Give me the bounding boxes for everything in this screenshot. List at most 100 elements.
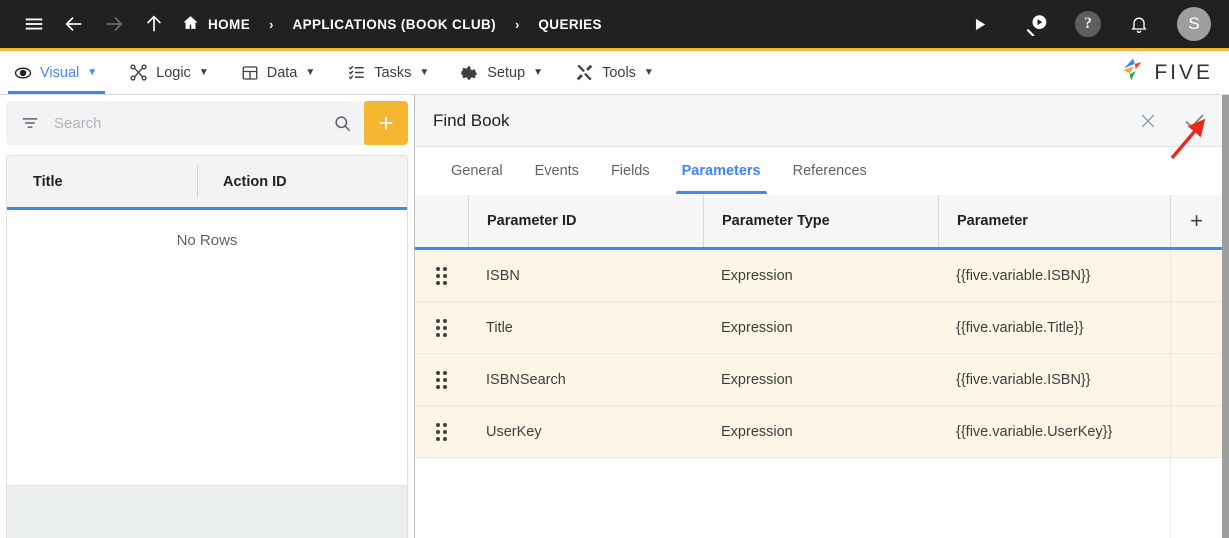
menu-label-tasks: Tasks: [374, 64, 412, 81]
search-bar: +: [6, 101, 408, 145]
column-header-parameter[interactable]: Parameter: [938, 195, 1170, 247]
cell-parameter-type[interactable]: Expression: [703, 354, 938, 405]
cell-parameter-type[interactable]: Expression: [703, 302, 938, 353]
tab-label-references: References: [792, 162, 867, 179]
drag-handle-icon[interactable]: [415, 250, 468, 301]
cell-row-actions[interactable]: [1170, 354, 1222, 405]
table-row[interactable]: ISBN Expression {{five.variable.ISBN}}: [415, 250, 1222, 302]
queries-table-header: Title Action ID: [7, 156, 407, 210]
column-header-action-id[interactable]: Action ID: [197, 165, 407, 198]
menu-label-tools: Tools: [602, 64, 636, 81]
cell-parameter[interactable]: {{five.variable.ISBN}}: [938, 250, 1170, 301]
breadcrumb-separator: ›: [515, 16, 520, 32]
add-parameter-button[interactable]: +: [1170, 195, 1222, 247]
breadcrumb-label-home: HOME: [208, 16, 251, 32]
chevron-down-icon: ▼: [533, 67, 544, 78]
search-play-icon[interactable]: [1017, 4, 1057, 44]
menu-item-data[interactable]: Data ▼: [225, 51, 332, 94]
menu-item-tasks[interactable]: Tasks ▼: [331, 51, 445, 94]
tab-references[interactable]: References: [777, 147, 883, 194]
cell-parameter-id[interactable]: Title: [468, 302, 703, 353]
help-icon[interactable]: ?: [1075, 11, 1101, 37]
up-arrow-icon[interactable]: [134, 4, 174, 44]
menu-label-logic: Logic: [156, 64, 191, 81]
cell-row-actions[interactable]: [1170, 250, 1222, 301]
tools-icon: [575, 63, 594, 82]
chevron-down-icon: ▼: [643, 67, 654, 78]
task-list-icon: [347, 63, 366, 82]
menu-item-logic[interactable]: Logic ▼: [113, 51, 225, 94]
table-grid-icon: [241, 64, 259, 82]
hamburger-menu-icon[interactable]: [14, 4, 54, 44]
cell-parameter-type[interactable]: Expression: [703, 406, 938, 457]
chevron-down-icon: ▼: [305, 67, 316, 78]
grid-empty-main: [415, 458, 1170, 538]
close-icon[interactable]: [1134, 107, 1162, 135]
tab-parameters[interactable]: Parameters: [666, 147, 777, 194]
menu-item-tools[interactable]: Tools ▼: [559, 51, 670, 94]
column-header-parameter-id[interactable]: Parameter ID: [468, 195, 703, 247]
cell-parameter-type[interactable]: Expression: [703, 250, 938, 301]
tab-label-general: General: [451, 162, 503, 179]
chevron-down-icon: ▼: [87, 67, 98, 78]
cell-parameter-id[interactable]: ISBN: [468, 250, 703, 301]
filter-icon[interactable]: [20, 113, 40, 133]
tab-label-fields: Fields: [610, 162, 650, 179]
menu-item-visual[interactable]: Visual ▼: [0, 51, 113, 94]
main-content-split: + Title Action ID No Rows Find Book: [0, 95, 1229, 538]
queries-table-body: No Rows: [7, 210, 407, 485]
cell-parameter[interactable]: {{five.variable.Title}}: [938, 302, 1170, 353]
table-row[interactable]: ISBNSearch Expression {{five.variable.IS…: [415, 354, 1222, 406]
detail-tabs: General Events Fields Parameters Referen…: [415, 147, 1222, 195]
queries-table-footer: [7, 485, 407, 538]
cell-parameter[interactable]: {{five.variable.UserKey}}: [938, 406, 1170, 457]
five-logo: FIVE: [1119, 51, 1229, 94]
grid-empty-area: [415, 458, 1222, 538]
cell-parameter[interactable]: {{five.variable.ISBN}}: [938, 354, 1170, 405]
cell-parameter-id[interactable]: ISBNSearch: [468, 354, 703, 405]
search-input[interactable]: [54, 114, 321, 132]
back-arrow-icon[interactable]: [54, 4, 94, 44]
chevron-down-icon: ▼: [198, 67, 209, 78]
drag-handle-icon[interactable]: [415, 302, 468, 353]
cell-row-actions[interactable]: [1170, 302, 1222, 353]
table-row[interactable]: Title Expression {{five.variable.Title}}: [415, 302, 1222, 354]
chevron-down-icon: ▼: [419, 67, 430, 78]
search-icon[interactable]: [321, 114, 364, 133]
forward-arrow-icon[interactable]: [94, 4, 134, 44]
gear-icon: [461, 64, 479, 82]
tab-fields[interactable]: Fields: [595, 147, 666, 194]
breadcrumb-item-queries[interactable]: QUERIES: [536, 17, 604, 32]
active-menu-underline: [8, 91, 106, 94]
bell-icon[interactable]: [1119, 4, 1159, 44]
check-icon[interactable]: [1178, 105, 1210, 137]
tab-events[interactable]: Events: [519, 147, 595, 194]
play-icon[interactable]: [959, 4, 999, 44]
top-navigation-bar: HOME › APPLICATIONS (BOOK CLUB) › QUERIE…: [0, 0, 1229, 48]
cell-row-actions[interactable]: [1170, 406, 1222, 457]
grid-empty-last-col: [1170, 458, 1222, 538]
home-icon: [182, 14, 199, 34]
tab-label-parameters: Parameters: [681, 162, 761, 179]
column-header-parameter-type[interactable]: Parameter Type: [703, 195, 938, 247]
drag-handle-icon[interactable]: [415, 406, 468, 457]
menu-label-visual: Visual: [40, 64, 80, 81]
queries-table: Title Action ID No Rows: [6, 155, 408, 538]
avatar[interactable]: S: [1177, 7, 1211, 41]
cell-parameter-id[interactable]: UserKey: [468, 406, 703, 457]
tab-general[interactable]: General: [435, 147, 519, 194]
parameters-grid-header: Parameter ID Parameter Type Parameter +: [415, 195, 1222, 250]
queries-list-panel: + Title Action ID No Rows: [0, 95, 415, 538]
breadcrumb-item-home[interactable]: HOME: [180, 14, 252, 34]
table-row[interactable]: UserKey Expression {{five.variable.UserK…: [415, 406, 1222, 458]
module-menu-bar: Visual ▼ Logic ▼ Data ▼ Tasks ▼ Setup ▼: [0, 48, 1229, 95]
column-header-title[interactable]: Title: [7, 174, 197, 190]
drag-handle-icon[interactable]: [415, 354, 468, 405]
menu-item-setup[interactable]: Setup ▼: [445, 51, 559, 94]
breadcrumb-item-applications[interactable]: APPLICATIONS (BOOK CLUB): [290, 17, 498, 32]
five-logo-text: FIVE: [1154, 60, 1213, 84]
menu-label-setup: Setup: [487, 64, 526, 81]
add-query-button[interactable]: +: [364, 101, 408, 145]
eye-icon: [14, 64, 32, 82]
parameters-grid: Parameter ID Parameter Type Parameter + …: [415, 195, 1222, 538]
